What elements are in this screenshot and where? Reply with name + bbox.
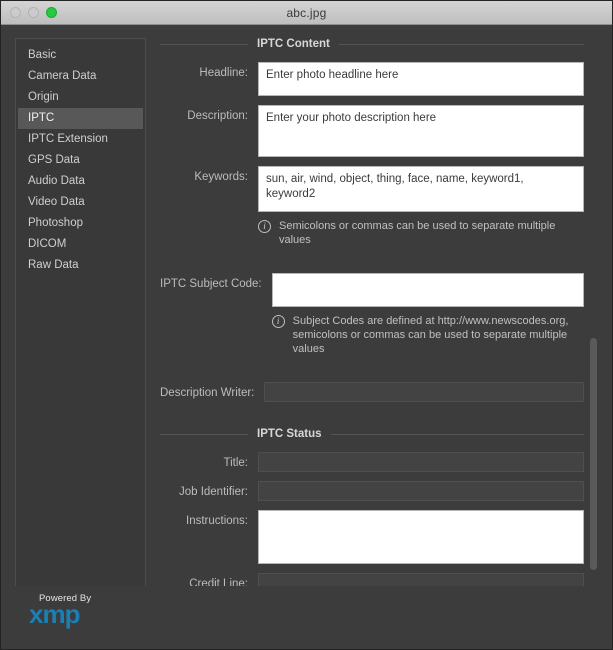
scrollbar-thumb[interactable] (590, 338, 597, 570)
description-writer-label: Description Writer: (160, 387, 255, 399)
section-header-iptc-content: IPTC Content (160, 38, 584, 50)
keywords-input[interactable] (258, 166, 584, 212)
sidebar-item-gps-data[interactable]: GPS Data (16, 150, 145, 171)
sidebar-item-camera-data[interactable]: Camera Data (16, 66, 145, 87)
sidebar-item-iptc[interactable]: IPTC (18, 108, 143, 129)
sidebar-item-video-data[interactable]: Video Data (16, 192, 145, 213)
headline-label: Headline: (199, 67, 248, 79)
title-field-wrap (258, 452, 584, 472)
section-title-iptc-content: IPTC Content (257, 38, 330, 50)
sidebar-item-audio-data[interactable]: Audio Data (16, 171, 145, 192)
row-keywords: Keywords: i Semicolons or commas can be … (160, 166, 584, 247)
row-headline: Headline: (160, 62, 584, 96)
row-description: Description: (160, 105, 584, 157)
section-rule-left (160, 43, 248, 45)
section-rule-right-2 (330, 433, 584, 435)
description-writer-field-wrap (264, 382, 584, 402)
keywords-field-wrap: i Semicolons or commas can be used to se… (258, 166, 584, 247)
row-subject-code: IPTC Subject Code: i Subject Codes are d… (160, 273, 584, 356)
info-icon: i (271, 315, 285, 328)
row-credit-line: Credit Line: (160, 573, 584, 586)
dialog-footer: Powered By xmp Preferences Template Fo..… (1, 586, 612, 649)
sidebar-item-raw-data[interactable]: Raw Data (16, 255, 145, 276)
form-spacer (160, 256, 584, 273)
keywords-label: Keywords: (194, 171, 248, 183)
row-title: Title: (160, 452, 584, 472)
keywords-hint: i Semicolons or commas can be used to se… (258, 219, 584, 247)
content-scrollbar[interactable] (590, 338, 598, 570)
job-identifier-field-wrap (258, 481, 584, 501)
instructions-input[interactable] (258, 510, 584, 564)
subject-code-input[interactable] (271, 273, 584, 307)
instructions-field-wrap (258, 510, 584, 564)
row-job-identifier: Job Identifier: (160, 481, 584, 501)
row-description-writer: Description Writer: (160, 382, 584, 402)
job-identifier-input[interactable] (258, 481, 584, 501)
keywords-hint-text: Semicolons or commas can be used to sepa… (279, 220, 556, 246)
title-input[interactable] (258, 452, 584, 472)
title-label: Title: (223, 457, 249, 469)
job-identifier-label: Job Identifier: (178, 486, 248, 498)
credit-line-label: Credit Line: (189, 578, 248, 586)
form-spacer-2 (160, 365, 584, 382)
section-title-iptc-status: IPTC Status (257, 428, 322, 440)
subject-code-hint-text: Subject Codes are defined at http://www.… (292, 315, 569, 355)
sidebar-item-iptc-extension[interactable]: IPTC Extension (16, 129, 145, 150)
headline-field-wrap (258, 62, 584, 96)
form-spacer-3 (160, 411, 584, 428)
section-rule-left-2 (160, 433, 248, 435)
xmp-brand-label: xmp (29, 599, 80, 629)
sidebar-item-basic[interactable]: Basic (16, 45, 145, 66)
subject-code-label: IPTC Subject Code: (160, 278, 262, 290)
instructions-label: Instructions: (186, 515, 248, 527)
dialog-body: Basic Camera Data Origin IPTC IPTC Exten… (1, 25, 612, 586)
file-info-dialog: abc.jpg Basic Camera Data Origin IPTC IP… (0, 0, 613, 650)
description-input[interactable] (258, 105, 584, 157)
category-sidebar[interactable]: Basic Camera Data Origin IPTC IPTC Exten… (15, 38, 146, 586)
section-header-iptc-status: IPTC Status (160, 428, 584, 440)
sidebar-item-dicom[interactable]: DICOM (16, 234, 145, 255)
section-rule-right (338, 43, 584, 45)
subject-code-hint: i Subject Codes are defined at http://ww… (271, 314, 584, 356)
description-field-wrap (258, 105, 584, 157)
credit-line-field-wrap (258, 573, 584, 586)
sidebar-item-origin[interactable]: Origin (16, 87, 145, 108)
description-label: Description: (187, 110, 248, 122)
metadata-panel: IPTC Content Headline: Description: (160, 38, 598, 586)
description-writer-input[interactable] (264, 382, 584, 402)
row-instructions: Instructions: (160, 510, 584, 564)
subject-code-field-wrap: i Subject Codes are defined at http://ww… (271, 273, 584, 356)
window-titlebar: abc.jpg (1, 1, 612, 25)
xmp-logo: Powered By xmp (29, 593, 124, 629)
info-icon: i (258, 220, 271, 233)
credit-line-input[interactable] (258, 573, 584, 586)
window-title: abc.jpg (286, 5, 327, 20)
iptc-form: IPTC Content Headline: Description: (160, 38, 598, 586)
headline-input[interactable] (258, 62, 584, 96)
sidebar-item-photoshop[interactable]: Photoshop (16, 213, 145, 234)
